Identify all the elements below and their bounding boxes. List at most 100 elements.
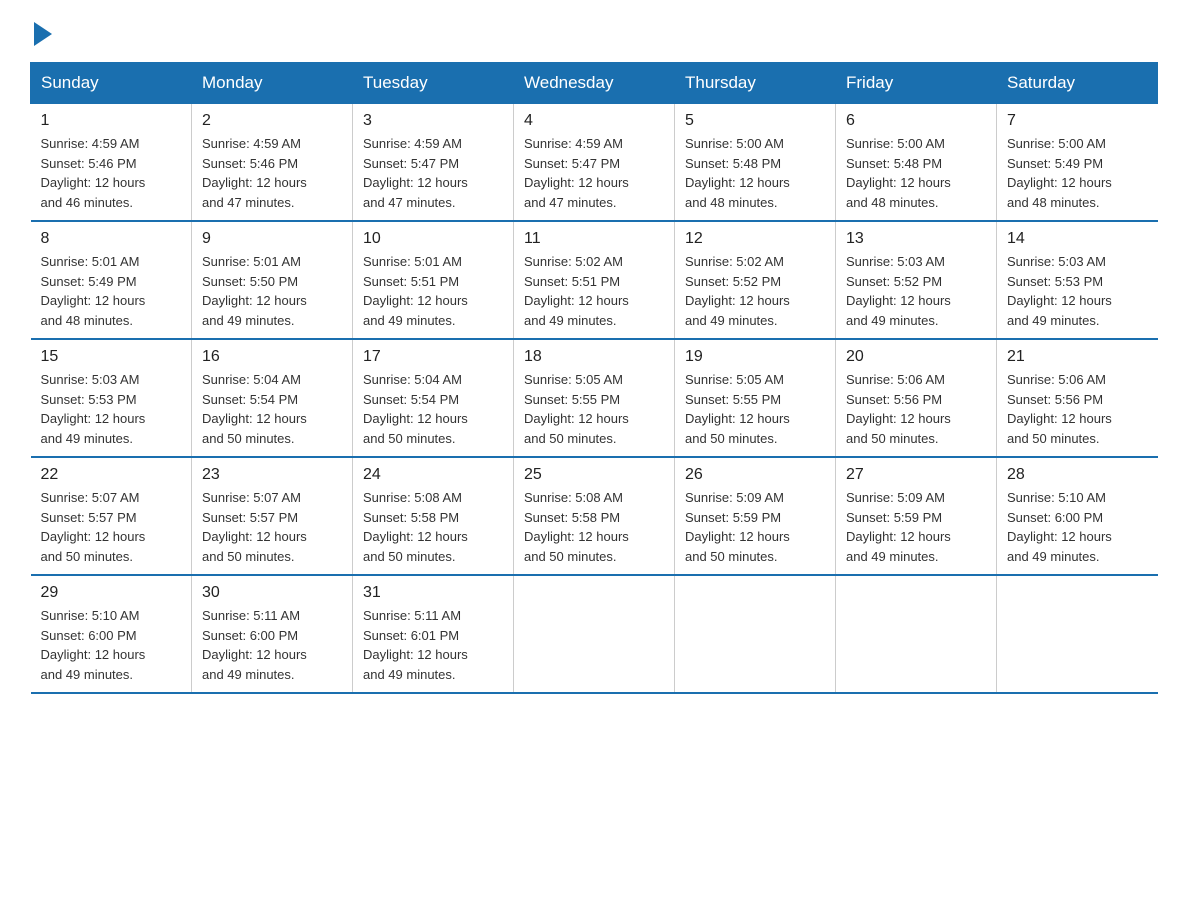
day-number: 6 [846,112,986,130]
day-number: 25 [524,466,664,484]
calendar-cell: 16 Sunrise: 5:04 AMSunset: 5:54 PMDayligh… [192,339,353,457]
calendar-cell: 6 Sunrise: 5:00 AMSunset: 5:48 PMDaylight… [836,104,997,222]
calendar-cell: 8Sunrise: 5:01 AMSunset: 5:49 PMDaylight… [31,221,192,339]
calendar-cell: 17Sunrise: 5:04 AMSunset: 5:54 PMDayligh… [353,339,514,457]
day-info: Sunrise: 5:02 AMSunset: 5:52 PMDaylight:… [685,252,825,330]
logo [30,20,52,42]
day-info: Sunrise: 5:11 AMSunset: 6:01 PMDaylight:… [363,606,503,684]
day-info: Sunrise: 5:00 AMSunset: 5:49 PMDaylight:… [1007,134,1148,212]
day-number: 5 [685,112,825,130]
day-number: 22 [41,466,182,484]
day-number: 23 [202,466,342,484]
day-number: 26 [685,466,825,484]
calendar-cell [836,575,997,693]
day-info: Sunrise: 5:01 AMSunset: 5:50 PMDaylight:… [202,252,342,330]
calendar-week-row: 8Sunrise: 5:01 AMSunset: 5:49 PMDaylight… [31,221,1158,339]
calendar-cell: 2Sunrise: 4:59 AMSunset: 5:46 PMDaylight… [192,104,353,222]
day-number: 14 [1007,230,1148,248]
calendar-cell: 19 Sunrise: 5:05 AMSunset: 5:55 PMDayligh… [675,339,836,457]
header-monday: Monday [192,63,353,104]
day-info: Sunrise: 5:06 AMSunset: 5:56 PMDaylight:… [846,370,986,448]
calendar-week-row: 15 Sunrise: 5:03 AMSunset: 5:53 PMDayligh… [31,339,1158,457]
calendar-table: SundayMondayTuesdayWednesdayThursdayFrid… [30,62,1158,694]
day-number: 31 [363,584,503,602]
day-number: 24 [363,466,503,484]
day-info: Sunrise: 5:08 AMSunset: 5:58 PMDaylight:… [363,488,503,566]
day-number: 11 [524,230,664,248]
day-info: Sunrise: 5:03 AMSunset: 5:53 PMDaylight:… [41,370,182,448]
day-number: 8 [41,230,182,248]
calendar-cell [675,575,836,693]
header-sunday: Sunday [31,63,192,104]
day-info: Sunrise: 5:10 AMSunset: 6:00 PMDaylight:… [1007,488,1148,566]
calendar-cell: 29Sunrise: 5:10 AMSunset: 6:00 PMDayligh… [31,575,192,693]
calendar-cell: 1 Sunrise: 4:59 AMSunset: 5:46 PMDaylight… [31,104,192,222]
day-number: 21 [1007,348,1148,366]
calendar-cell: 26 Sunrise: 5:09 AMSunset: 5:59 PMDayligh… [675,457,836,575]
calendar-cell: 7 Sunrise: 5:00 AMSunset: 5:49 PMDaylight… [997,104,1158,222]
header-tuesday: Tuesday [353,63,514,104]
day-info: Sunrise: 4:59 AMSunset: 5:47 PMDaylight:… [363,134,503,212]
day-number: 1 [41,112,182,130]
day-info: Sunrise: 5:00 AMSunset: 5:48 PMDaylight:… [846,134,986,212]
logo-arrow-icon [34,22,52,46]
calendar-cell: 4 Sunrise: 4:59 AMSunset: 5:47 PMDaylight… [514,104,675,222]
calendar-cell: 9 Sunrise: 5:01 AMSunset: 5:50 PMDaylight… [192,221,353,339]
calendar-cell [997,575,1158,693]
day-number: 12 [685,230,825,248]
day-info: Sunrise: 5:00 AMSunset: 5:48 PMDaylight:… [685,134,825,212]
day-number: 10 [363,230,503,248]
calendar-week-row: 1 Sunrise: 4:59 AMSunset: 5:46 PMDaylight… [31,104,1158,222]
day-info: Sunrise: 5:07 AMSunset: 5:57 PMDaylight:… [41,488,182,566]
calendar-cell: 15 Sunrise: 5:03 AMSunset: 5:53 PMDayligh… [31,339,192,457]
calendar-cell: 22 Sunrise: 5:07 AMSunset: 5:57 PMDayligh… [31,457,192,575]
day-number: 7 [1007,112,1148,130]
day-info: Sunrise: 5:08 AMSunset: 5:58 PMDaylight:… [524,488,664,566]
day-number: 16 [202,348,342,366]
calendar-cell: 27 Sunrise: 5:09 AMSunset: 5:59 PMDayligh… [836,457,997,575]
day-info: Sunrise: 5:10 AMSunset: 6:00 PMDaylight:… [41,606,182,684]
day-number: 13 [846,230,986,248]
calendar-cell: 21Sunrise: 5:06 AMSunset: 5:56 PMDayligh… [997,339,1158,457]
calendar-cell: 3 Sunrise: 4:59 AMSunset: 5:47 PMDaylight… [353,104,514,222]
day-number: 9 [202,230,342,248]
calendar-header-row: SundayMondayTuesdayWednesdayThursdayFrid… [31,63,1158,104]
calendar-cell: 10 Sunrise: 5:01 AMSunset: 5:51 PMDayligh… [353,221,514,339]
header-saturday: Saturday [997,63,1158,104]
calendar-cell: 14 Sunrise: 5:03 AMSunset: 5:53 PMDayligh… [997,221,1158,339]
calendar-cell [514,575,675,693]
calendar-cell: 24 Sunrise: 5:08 AMSunset: 5:58 PMDayligh… [353,457,514,575]
day-info: Sunrise: 5:04 AMSunset: 5:54 PMDaylight:… [202,370,342,448]
day-number: 18 [524,348,664,366]
day-number: 19 [685,348,825,366]
day-info: Sunrise: 5:07 AMSunset: 5:57 PMDaylight:… [202,488,342,566]
day-info: Sunrise: 5:09 AMSunset: 5:59 PMDaylight:… [685,488,825,566]
day-info: Sunrise: 5:11 AMSunset: 6:00 PMDaylight:… [202,606,342,684]
calendar-cell: 18 Sunrise: 5:05 AMSunset: 5:55 PMDayligh… [514,339,675,457]
day-info: Sunrise: 5:03 AMSunset: 5:52 PMDaylight:… [846,252,986,330]
day-info: Sunrise: 4:59 AMSunset: 5:47 PMDaylight:… [524,134,664,212]
day-number: 28 [1007,466,1148,484]
day-info: Sunrise: 4:59 AMSunset: 5:46 PMDaylight:… [202,134,342,212]
calendar-cell: 23 Sunrise: 5:07 AMSunset: 5:57 PMDayligh… [192,457,353,575]
day-info: Sunrise: 5:05 AMSunset: 5:55 PMDaylight:… [524,370,664,448]
calendar-cell: 13 Sunrise: 5:03 AMSunset: 5:52 PMDayligh… [836,221,997,339]
day-info: Sunrise: 5:05 AMSunset: 5:55 PMDaylight:… [685,370,825,448]
header-wednesday: Wednesday [514,63,675,104]
day-number: 20 [846,348,986,366]
calendar-week-row: 29Sunrise: 5:10 AMSunset: 6:00 PMDayligh… [31,575,1158,693]
day-number: 27 [846,466,986,484]
calendar-cell: 11Sunrise: 5:02 AMSunset: 5:51 PMDayligh… [514,221,675,339]
calendar-week-row: 22 Sunrise: 5:07 AMSunset: 5:57 PMDayligh… [31,457,1158,575]
day-number: 17 [363,348,503,366]
day-number: 3 [363,112,503,130]
day-info: Sunrise: 5:01 AMSunset: 5:51 PMDaylight:… [363,252,503,330]
page-header [30,20,1158,42]
day-number: 4 [524,112,664,130]
calendar-cell: 20 Sunrise: 5:06 AMSunset: 5:56 PMDayligh… [836,339,997,457]
day-number: 15 [41,348,182,366]
day-info: Sunrise: 5:03 AMSunset: 5:53 PMDaylight:… [1007,252,1148,330]
day-info: Sunrise: 5:09 AMSunset: 5:59 PMDaylight:… [846,488,986,566]
day-info: Sunrise: 4:59 AMSunset: 5:46 PMDaylight:… [41,134,182,212]
calendar-cell: 5 Sunrise: 5:00 AMSunset: 5:48 PMDaylight… [675,104,836,222]
